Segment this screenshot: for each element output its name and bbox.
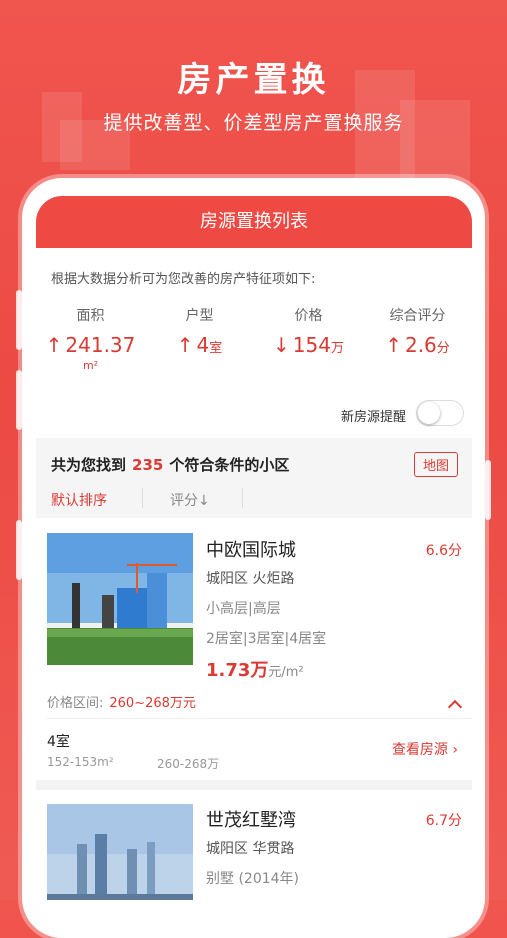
metric-score: 综合评分 ↑ 2.6分 <box>363 305 472 372</box>
listing-photo <box>47 804 193 900</box>
metric-value: 2.6 <box>404 333 437 357</box>
metric-area: 面积 ↑ 241.37 m² <box>36 305 145 372</box>
screen-header: 房源置换列表 <box>36 196 472 248</box>
collapse-chevron-icon[interactable] <box>447 699 463 715</box>
analysis-intro: 根据大数据分析可为您改善的房产特征项如下: <box>51 272 316 287</box>
hero-title: 房产置换 <box>177 60 330 100</box>
results-bar: 共为您找到 235 个符合条件的小区 地图 默认排序 评分↓ <box>36 438 472 518</box>
listing-card[interactable]: 世茂红墅湾 6.7分 城阳区 华贯路 别墅 (2014年) <box>36 790 472 900</box>
metric-value-line: ↓ 154万 <box>254 333 363 357</box>
room-option-area: 152-153m² <box>47 755 114 769</box>
phone-side-button <box>16 290 22 350</box>
results-summary: 共为您找到 235 个符合条件的小区 <box>51 454 289 475</box>
up-arrow-icon: ↑ <box>385 333 402 357</box>
metric-unit: 万 <box>330 341 344 356</box>
room-option-row[interactable]: 4室 152-153m² 260-268万 查看房源 › <box>47 718 472 781</box>
toggle-knob <box>418 402 440 424</box>
metric-label: 价格 <box>294 308 323 324</box>
metric-unit: 室 <box>209 341 223 356</box>
listing-price-value: 1.73万 <box>206 660 269 681</box>
metric-price: 价格 ↓ 154万 <box>254 305 363 372</box>
metric-unit: 分 <box>436 341 450 356</box>
listing-unit-price: 1.73万元/m² <box>206 656 304 682</box>
metric-value: 154 <box>292 333 331 357</box>
metric-unit: m² <box>82 359 99 372</box>
results-suffix: 个符合条件的小区 <box>169 456 290 474</box>
price-range-label: 价格区间: <box>47 696 104 711</box>
feature-metrics: 面积 ↑ 241.37 m² 户型 ↑ 4室 价格 ↓ 154万 综合评分 ↑ 2.6分 <box>36 305 472 372</box>
metric-value-line: ↑ 2.6分 <box>363 333 472 357</box>
listing-price-unit: 元/m² <box>268 665 304 680</box>
app-screen: 房源置换列表 根据大数据分析可为您改善的房产特征项如下: 面积 ↑ 241.37 … <box>36 196 472 900</box>
metric-label: 面积 <box>76 308 105 324</box>
price-range-row: 价格区间: 260~268万元 <box>47 692 196 711</box>
listing-building-type: 别墅 (2014年) <box>206 871 300 887</box>
hero-subtitle: 提供改善型、价差型房产置换服务 <box>103 112 404 134</box>
map-button[interactable]: 地图 <box>413 452 458 477</box>
listing-score: 6.6分 <box>425 543 462 559</box>
metric-layout: 户型 ↑ 4室 <box>145 305 254 372</box>
divider <box>242 488 243 508</box>
up-arrow-icon: ↑ <box>45 333 63 357</box>
listing-room-types: 2居室|3居室|4居室 <box>206 631 327 647</box>
new-listing-alert-row: 新房源提醒 <box>36 399 472 429</box>
results-prefix: 共为您找到 <box>51 456 127 474</box>
room-option-price: 260-268万 <box>157 757 220 771</box>
new-listing-alert-toggle[interactable] <box>416 400 464 426</box>
listing-card[interactable]: 中欧国际城 6.6分 城阳区 火炬路 小高层|高层 2居室|3居室|4居室 1.… <box>36 518 472 780</box>
listing-name[interactable]: 中欧国际城 <box>206 536 296 562</box>
metric-label: 户型 <box>185 308 214 324</box>
card-separator <box>36 780 472 790</box>
listing-location: 城阳区 火炬路 <box>206 571 295 587</box>
price-range-value: 260~268万元 <box>109 696 196 711</box>
metric-value-line: ↑ 241.37 m² <box>36 333 145 372</box>
up-arrow-icon: ↑ <box>176 333 194 357</box>
metric-value: 241.37 <box>65 333 136 357</box>
listing-photo <box>47 533 193 665</box>
room-option-type: 4室 <box>47 734 70 750</box>
down-arrow-icon: ↓ <box>273 333 290 357</box>
metric-label: 综合评分 <box>389 308 446 324</box>
phone-side-button <box>16 520 22 580</box>
view-listings-link[interactable]: 查看房源 › <box>392 739 458 759</box>
phone-side-button <box>16 370 22 430</box>
listing-score: 6.7分 <box>425 813 462 829</box>
listing-name[interactable]: 世茂红墅湾 <box>206 806 296 832</box>
new-listing-alert-label: 新房源提醒 <box>340 410 406 425</box>
results-count: 235 <box>132 456 164 474</box>
listing-location: 城阳区 华贯路 <box>206 841 295 857</box>
divider <box>142 488 143 508</box>
metric-value-line: ↑ 4室 <box>145 333 254 357</box>
listing-building-type: 小高层|高层 <box>206 601 281 617</box>
sort-default-tab[interactable]: 默认排序 <box>51 490 107 510</box>
phone-side-button <box>485 460 491 520</box>
sort-score-tab[interactable]: 评分↓ <box>170 490 210 510</box>
metric-value: 4 <box>196 333 210 357</box>
